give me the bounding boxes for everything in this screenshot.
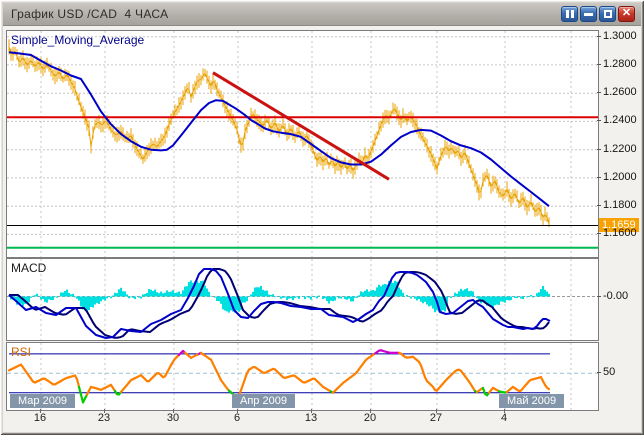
time-axis-label: 23 [97, 412, 111, 424]
price-axis-label: 1.2000 [603, 171, 637, 183]
price-axis-tick [597, 92, 601, 93]
indicator-label-macd: MACD [11, 261, 47, 275]
price-axis-label: 1.2800 [603, 58, 637, 70]
price-axis-tick [597, 36, 601, 37]
titlebar[interactable]: График USD /CAD 4 ЧАСА ✕ [3, 3, 641, 26]
price-axis-label: 1.2600 [603, 86, 637, 98]
macd-zero-label: -0.00 [603, 290, 629, 302]
price-axis-label: 1.2200 [603, 143, 637, 155]
price-axis-tick [597, 233, 601, 234]
time-axis-label: 4 [500, 412, 508, 424]
price-axis-label: 1.2400 [603, 114, 637, 126]
time-axis-label: 27 [429, 412, 443, 424]
rsi-mid-label: 50 [603, 366, 616, 378]
chart-window: График USD /CAD 4 ЧАСА ✕ Simple_Moving_A… [0, 0, 644, 435]
pause-bars-icon [565, 10, 574, 18]
window-title: График USD /CAD 4 ЧАСА [11, 7, 169, 21]
price-axis-tick [597, 177, 601, 178]
maximize-icon [603, 10, 612, 18]
month-badge: Май 2009 [499, 394, 565, 408]
time-axis-label: 16 [33, 412, 47, 424]
indicator-label-sma: Simple_Moving_Average [11, 33, 145, 47]
maximize-button[interactable] [599, 6, 616, 22]
pin-button[interactable] [561, 6, 578, 22]
minimize-icon [584, 12, 593, 16]
rsi-mid-tick [597, 372, 601, 373]
month-badge: Апр 2009 [232, 394, 295, 408]
price-axis-label: 1.3000 [603, 30, 637, 42]
price-axis-tick [597, 64, 601, 65]
macd-zero-tick [597, 296, 601, 297]
chart-client-area: Simple_Moving_Average MACD RSI 1.1659 -0… [3, 26, 641, 432]
price-axis[interactable]: 1.1659 -0.00 50 1.3000 1.2800 1.2600 1.2400… [597, 26, 641, 432]
month-badge: Мар 2009 [10, 394, 76, 408]
minimize-button[interactable] [580, 6, 597, 22]
close-button[interactable]: ✕ [618, 6, 635, 22]
time-axis-label: 13 [304, 412, 318, 424]
price-axis-tick [597, 120, 601, 121]
price-panel[interactable]: Simple_Moving_Average [6, 30, 599, 258]
time-axis-label: 20 [363, 412, 377, 424]
close-icon: ✕ [621, 6, 632, 19]
time-axis-label: 30 [166, 412, 180, 424]
price-axis-label: 1.1600 [603, 227, 637, 239]
window-controls: ✕ [561, 6, 635, 22]
indicator-label-rsi: RSI [11, 345, 32, 359]
time-axis-label: 6 [233, 412, 241, 424]
macd-panel[interactable]: MACD [6, 258, 599, 341]
price-axis-tick [597, 205, 601, 206]
price-axis-tick [597, 149, 601, 150]
price-axis-label: 1.1800 [603, 199, 637, 211]
